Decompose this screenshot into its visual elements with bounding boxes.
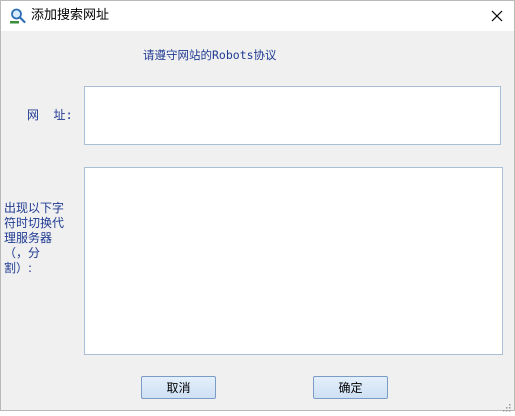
proxy-keywords-label: 出现以下字符时切换代理服务器（，分割）: <box>4 201 65 275</box>
resize-grip-icon[interactable] <box>501 397 511 412</box>
url-input[interactable] <box>84 86 501 145</box>
ok-button[interactable]: 确定 <box>313 376 388 399</box>
proxy-keywords-textarea[interactable] <box>84 167 503 355</box>
close-icon <box>491 7 503 26</box>
window-title: 添加搜索网址 <box>31 8 110 23</box>
title-bar[interactable]: 添加搜索网址 <box>1 1 514 31</box>
cancel-button[interactable]: 取消 <box>141 376 216 399</box>
robots-notice: 请遵守网站的Robots协议 <box>143 48 277 62</box>
close-button[interactable] <box>480 1 514 31</box>
search-app-icon <box>9 7 27 25</box>
url-label: 网 址: <box>27 108 73 122</box>
dialog-window: 添加搜索网址 请遵守网站的Robots协议 网 址: 出现以下字符时切换代理服务… <box>0 0 515 412</box>
